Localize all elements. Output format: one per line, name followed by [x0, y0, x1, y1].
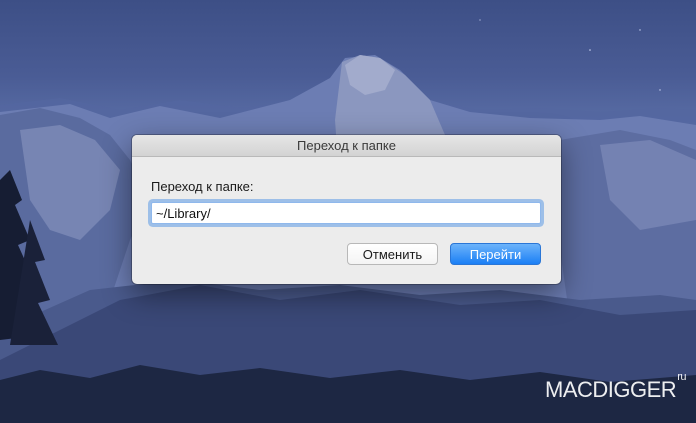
watermark-suffix: ru	[677, 370, 686, 383]
watermark-brand: MACDIGGER	[545, 377, 677, 402]
dialog-title: Переход к папке	[132, 135, 561, 157]
watermark-logo: MACDIGGERru	[545, 371, 686, 403]
path-prompt-label: Переход к папке:	[151, 179, 254, 194]
desktop: Переход к папке Переход к папке: Отменит…	[0, 0, 696, 423]
cancel-button[interactable]: Отменить	[347, 243, 438, 265]
folder-path-input[interactable]	[151, 202, 541, 224]
go-to-folder-dialog: Переход к папке Переход к папке: Отменит…	[132, 135, 561, 284]
go-button[interactable]: Перейти	[450, 243, 541, 265]
